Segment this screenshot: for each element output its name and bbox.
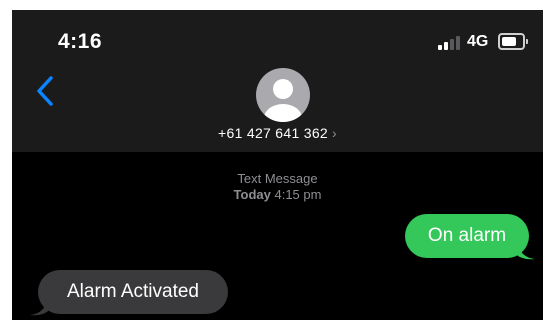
message-timestamp: Text Message Today 4:15 pm	[12, 171, 543, 203]
contact-name-button[interactable]: +61 427 641 362 ›	[12, 125, 543, 141]
cellular-signal-icon	[438, 34, 464, 50]
service-label: Text Message	[237, 171, 318, 186]
status-bar-time: 4:16	[58, 30, 103, 53]
contact-avatar[interactable]	[256, 68, 310, 122]
outgoing-message-bubble[interactable]: On alarm	[405, 214, 529, 258]
outgoing-bubble-tail	[517, 242, 535, 260]
incoming-message-bubble[interactable]: Alarm Activated	[38, 270, 228, 314]
chevron-right-icon: ›	[332, 125, 337, 141]
timestamp-day: Today	[233, 187, 271, 202]
person-icon	[264, 79, 302, 122]
network-type-label: 4G	[467, 33, 489, 50]
conversation-header: 4:16 4G +61 427 641 362 ›	[12, 10, 543, 152]
timestamp-time: 4:15 pm	[274, 187, 322, 202]
incoming-bubble-tail	[30, 298, 48, 316]
back-chevron-icon[interactable]	[32, 74, 60, 108]
battery-icon	[498, 33, 528, 50]
contact-number: +61 427 641 362	[218, 125, 329, 141]
messages-screen: 4:16 4G +61 427 641 362 › Text Message T…	[12, 10, 543, 320]
